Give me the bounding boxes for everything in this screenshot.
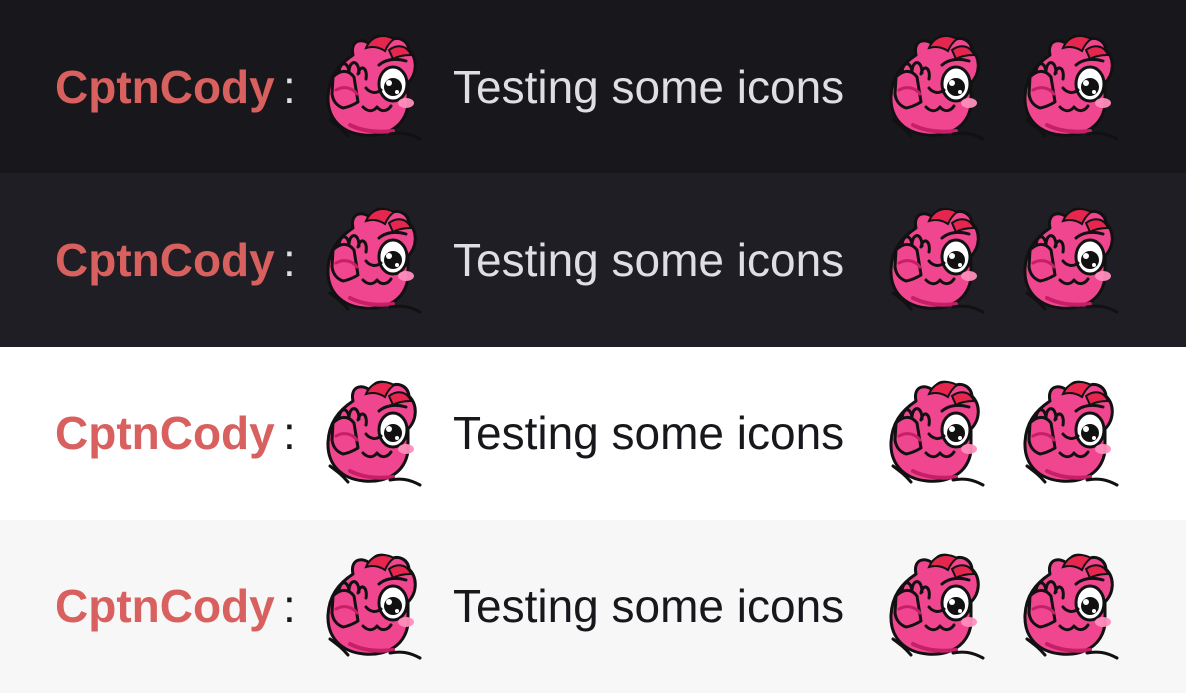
message-text: Testing some icons — [453, 580, 845, 633]
username[interactable]: CptnCody — [55, 64, 275, 110]
separator-colon: : — [283, 580, 296, 633]
username[interactable]: CptnCody — [55, 410, 275, 456]
chat-row-3: CptnCody : Testing some icons — [0, 346, 1186, 520]
separator-colon: : — [283, 407, 296, 460]
pink-dino-wave-emote-icon[interactable] — [318, 550, 430, 662]
pink-dino-wave-emote-icon[interactable] — [1015, 377, 1127, 489]
pink-dino-wave-emote-icon[interactable] — [881, 31, 993, 143]
chat-preview-list: CptnCody : Testing some icons CptnCody:… — [0, 0, 1186, 693]
pink-dino-wave-emote-icon[interactable] — [1015, 31, 1127, 143]
chat-row-1: CptnCody : Testing some icons — [0, 0, 1186, 174]
message-text: Testing some icons — [453, 60, 845, 113]
pink-dino-wave-emote-icon[interactable] — [318, 204, 430, 316]
pink-dino-wave-emote-icon[interactable] — [318, 31, 430, 143]
message-text: Testing some icons — [453, 233, 845, 286]
pink-dino-wave-emote-icon[interactable] — [318, 377, 430, 489]
pink-dino-wave-emote-icon[interactable] — [1015, 204, 1127, 316]
message-text: Testing some icons — [453, 407, 845, 460]
username[interactable]: CptnCody — [55, 583, 275, 629]
chat-row-4: CptnCody : Testing some icons — [0, 519, 1186, 693]
username[interactable]: CptnCody — [55, 237, 275, 283]
pink-dino-wave-emote-icon[interactable] — [881, 204, 993, 316]
pink-dino-wave-emote-icon[interactable] — [881, 550, 993, 662]
separator-colon: : — [283, 60, 296, 113]
pink-dino-wave-emote-icon[interactable] — [881, 377, 993, 489]
separator-colon: : — [283, 233, 296, 286]
pink-dino-wave-emote-icon[interactable] — [1015, 550, 1127, 662]
chat-row-2: CptnCody : Testing some icons — [0, 173, 1186, 347]
